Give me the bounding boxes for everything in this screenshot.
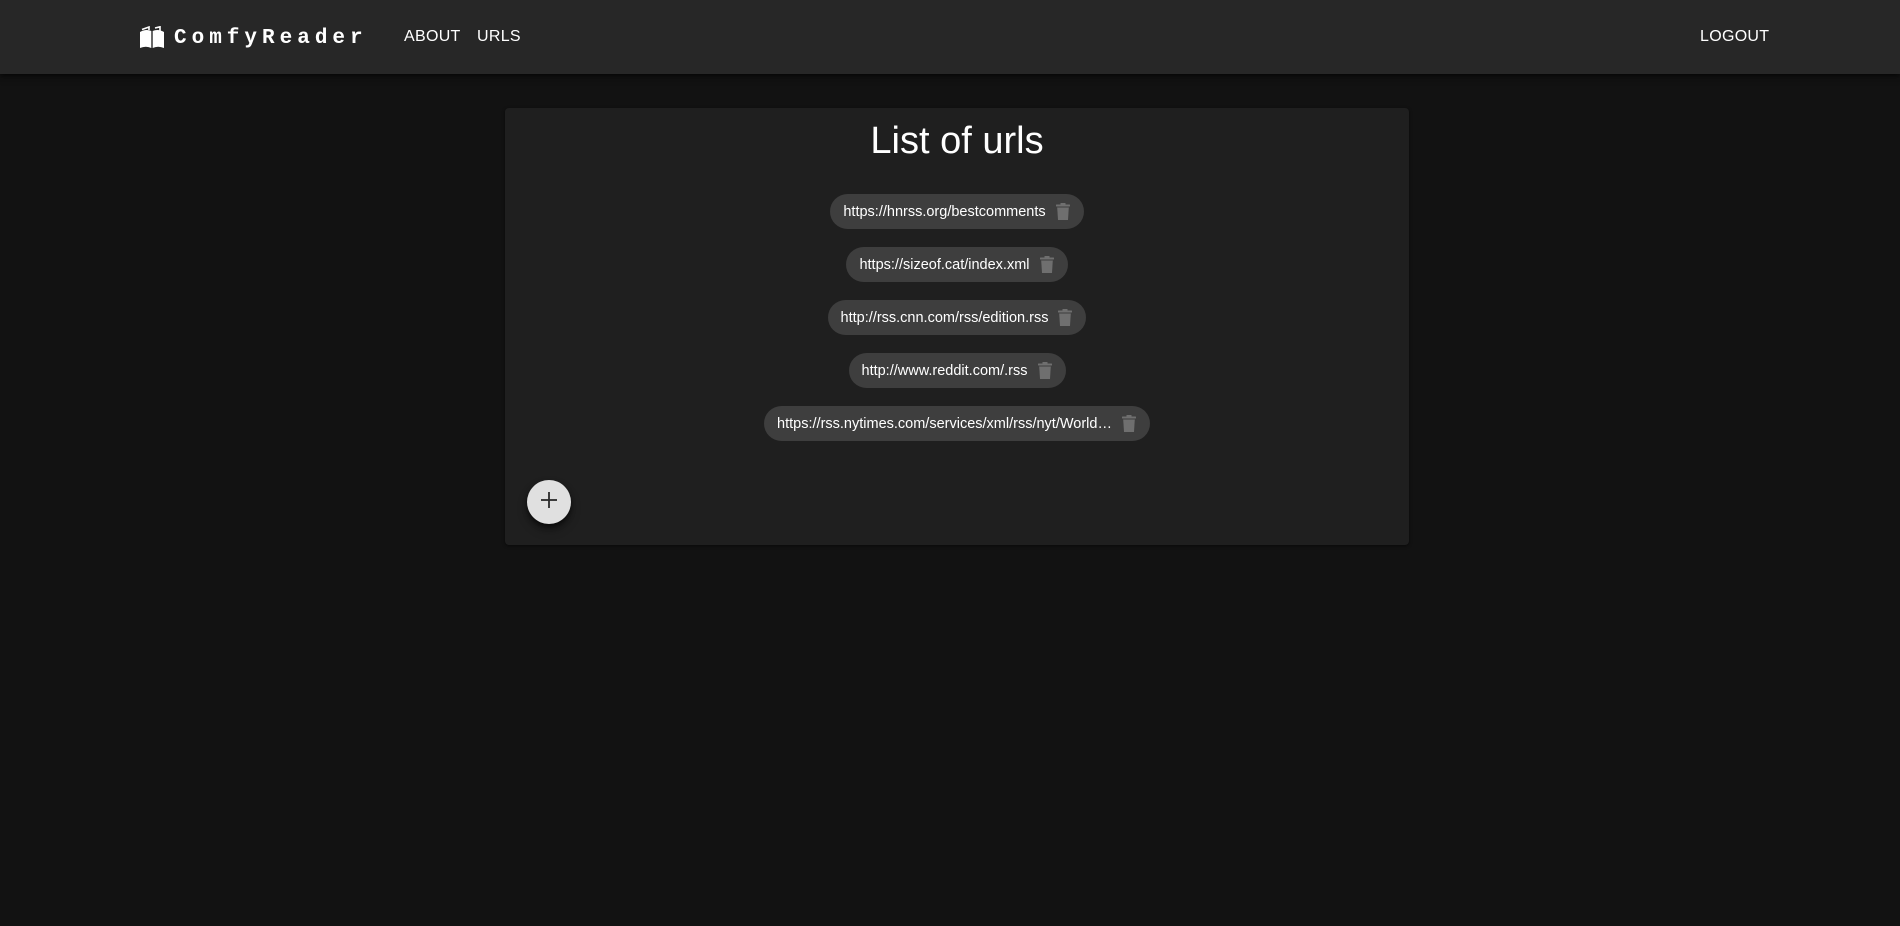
url-chip-label: http://www.reddit.com/.rss <box>861 362 1028 379</box>
page-title: List of urls <box>870 120 1044 162</box>
trash-icon[interactable] <box>1118 413 1140 435</box>
nav-urls-link[interactable]: URLS <box>477 28 521 46</box>
trash-icon[interactable] <box>1034 360 1056 382</box>
book-open-icon <box>139 25 165 50</box>
url-chip[interactable]: http://rss.cnn.com/rss/edition.rss <box>827 300 1087 335</box>
brand[interactable]: ComfyReader <box>139 25 368 51</box>
urls-card: List of urls https://hnrss.org/bestcomme… <box>505 108 1409 545</box>
app-title: ComfyReader <box>174 26 368 50</box>
nav-about-link[interactable]: ABOUT <box>404 28 461 46</box>
url-chip[interactable]: https://hnrss.org/bestcomments <box>830 194 1084 229</box>
url-chip-list: https://hnrss.org/bestcomments https://s… <box>505 194 1409 459</box>
trash-icon[interactable] <box>1036 254 1058 276</box>
add-url-button[interactable] <box>527 480 571 524</box>
plus-icon <box>540 491 558 514</box>
trash-icon[interactable] <box>1052 201 1074 223</box>
url-chip-label: https://hnrss.org/bestcomments <box>843 203 1046 220</box>
url-chip-label: https://sizeof.cat/index.xml <box>859 256 1030 273</box>
url-chip[interactable]: https://sizeof.cat/index.xml <box>846 247 1068 282</box>
url-chip-label: http://rss.cnn.com/rss/edition.rss <box>840 309 1049 326</box>
app-bar: ComfyReader ABOUT URLS LOGOUT <box>0 0 1900 74</box>
url-chip-label: https://rss.nytimes.com/services/xml/rss… <box>777 415 1112 432</box>
url-chip[interactable]: http://www.reddit.com/.rss <box>848 353 1066 388</box>
trash-icon[interactable] <box>1054 307 1076 329</box>
url-chip[interactable]: https://rss.nytimes.com/services/xml/rss… <box>764 406 1150 441</box>
logout-button[interactable]: LOGOUT <box>1700 28 1769 46</box>
